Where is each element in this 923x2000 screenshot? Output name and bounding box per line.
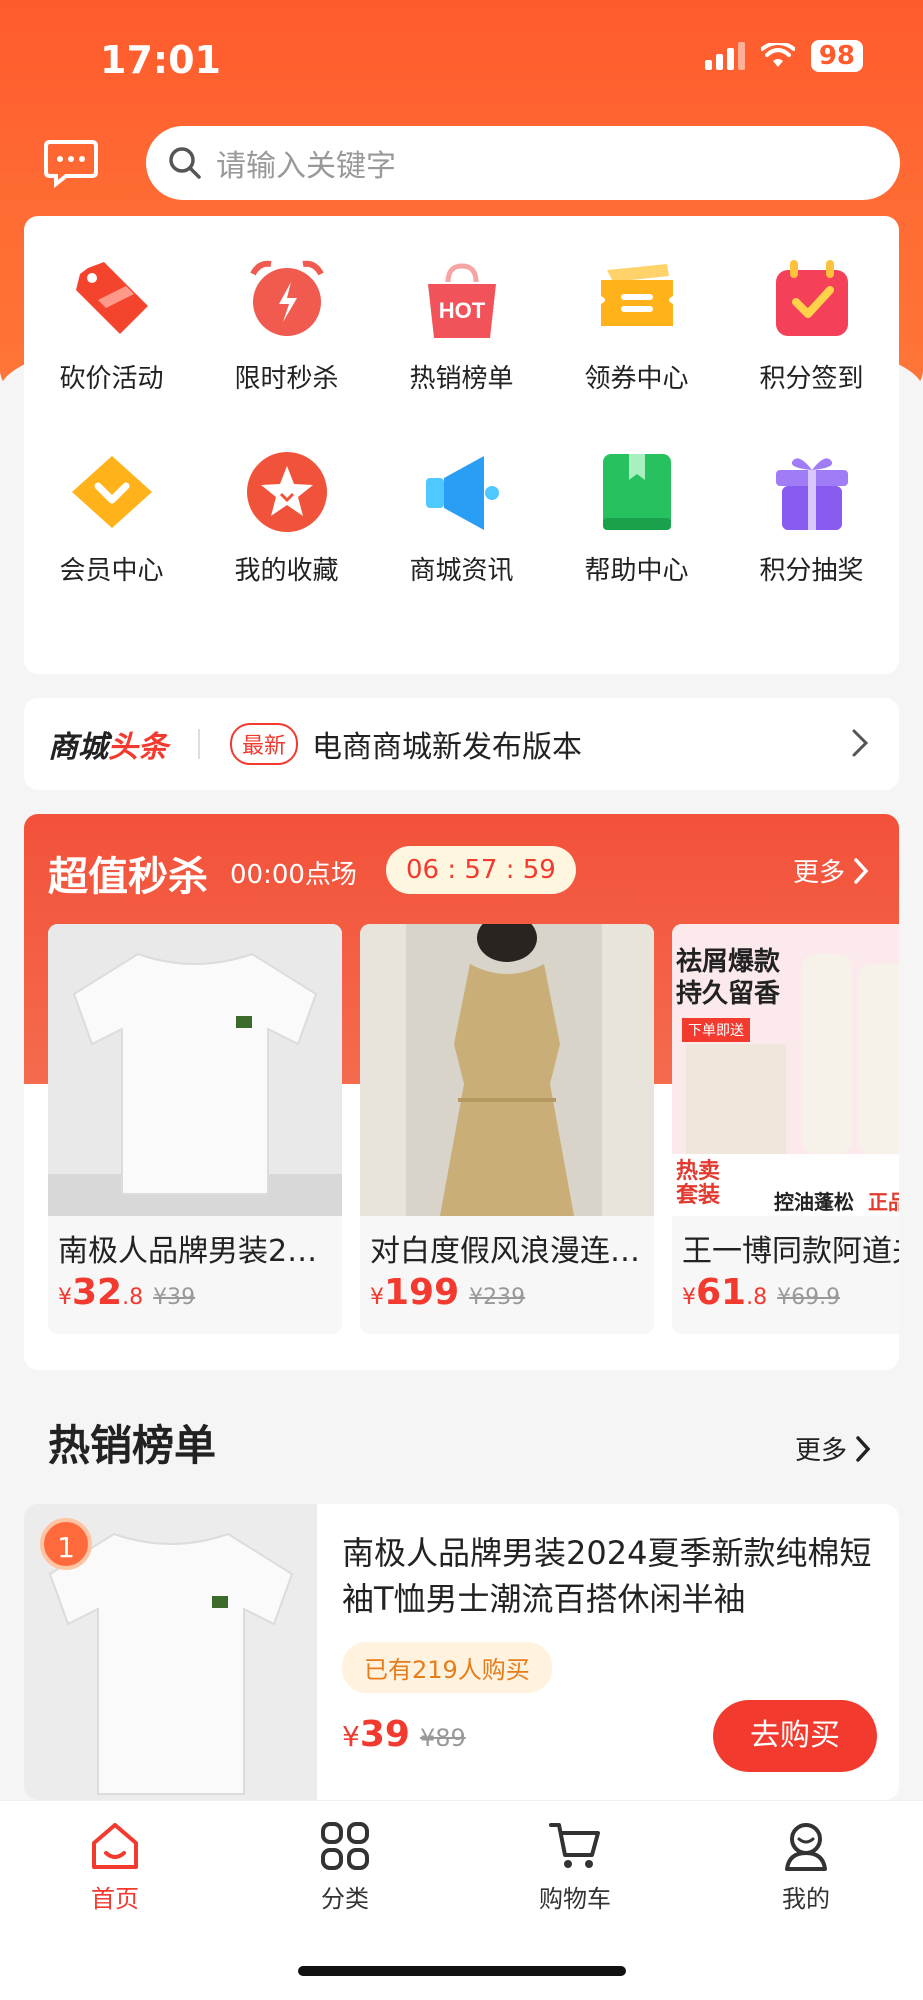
- category-grid-icon: [321, 1822, 369, 1870]
- search-placeholder: 请输入关键字: [216, 149, 396, 184]
- search-bar[interactable]: 请输入关键字: [146, 126, 900, 200]
- tab-home[interactable]: 首页: [55, 1819, 175, 1914]
- tab-category[interactable]: 分类: [285, 1819, 405, 1914]
- product-name: 南极人品牌男装2024夏季新款纯棉短袖T恤男士潮流百搭休闲半袖: [342, 1534, 872, 1618]
- svg-text:HOT: HOT: [438, 298, 485, 323]
- gift-icon: [775, 458, 848, 530]
- battery-indicator: 98: [810, 40, 863, 72]
- flash-sale-session: 00:00点场: [230, 860, 357, 890]
- search-icon: [169, 147, 201, 179]
- flash-product-card[interactable]: 对白度假风浪漫连衣裙 ¥199 ¥239: [360, 924, 654, 1334]
- chevron-right-icon: [854, 857, 869, 884]
- message-icon[interactable]: [44, 138, 98, 188]
- hot-list-title: 热销榜单: [48, 1421, 217, 1470]
- rank-badge: 1: [40, 1518, 92, 1570]
- flash-product-card[interactable]: 南极人品牌男装2024夏季新款纯棉短袖T恤 ¥32.8¥39: [48, 924, 342, 1334]
- product-price: ¥32.8 ¥39: [58, 1272, 196, 1313]
- calendar-check-icon: [775, 260, 848, 336]
- news-brand: 商城头条: [48, 730, 168, 765]
- divider: [198, 729, 200, 759]
- product-price: ¥61.8 ¥69.9: [682, 1272, 841, 1313]
- hot-list-item[interactable]: 1 南极人品牌男装2024夏季新款纯棉短袖T恤男士潮流百搭休闲半袖 已有219人…: [24, 1504, 899, 1800]
- category-item-hot-list[interactable]: HOT 热销榜单: [374, 256, 549, 395]
- category-item-lottery[interactable]: 积分抽奖: [724, 448, 899, 587]
- coupon-icon: [600, 264, 673, 326]
- product-name: 王一博同款阿道夫洗护套装: [682, 1234, 899, 1269]
- cellular-signal-icon: [704, 42, 745, 70]
- category-item-favorites[interactable]: 我的收藏: [199, 448, 374, 587]
- home-indicator: [298, 1966, 626, 1976]
- product-price: ¥39 ¥89: [342, 1714, 466, 1755]
- product-image: [360, 924, 654, 1216]
- product-price: ¥199 ¥239: [370, 1272, 526, 1313]
- megaphone-icon: [425, 456, 499, 530]
- alarm-clock-icon: [249, 260, 324, 336]
- product-image: 祛屑爆款 持久留香 下单即送 热卖 套装 控油蓬松 正品: [672, 924, 899, 1216]
- product-name: 南极人品牌男装2024夏季新款纯棉短袖T恤: [58, 1234, 342, 1269]
- flash-sale-title: 超值秒杀: [48, 854, 208, 900]
- chevron-right-icon: [852, 729, 869, 757]
- status-bar: 17:01 98: [0, 0, 923, 120]
- buy-button[interactable]: 去购买: [713, 1700, 877, 1772]
- news-tag: 最新: [230, 723, 299, 765]
- flash-sale-section: 超值秒杀 00:00点场 06 : 57 : 59 更多 南极人品牌男装2024…: [24, 814, 899, 1370]
- product-image: [48, 924, 342, 1216]
- hot-bag-icon: HOT: [427, 263, 496, 338]
- category-item-flash-sale[interactable]: 限时秒杀: [199, 256, 374, 395]
- book-icon: [602, 454, 671, 530]
- profile-icon: [785, 1823, 827, 1871]
- category-item-news[interactable]: 商城资讯: [374, 448, 549, 587]
- home-icon: [92, 1823, 138, 1869]
- price-tag-icon: [75, 262, 148, 334]
- category-grid: 砍价活动 限时秒杀 HOT 热销榜单 领券中心 积分签到 会员中心 我的收藏 商…: [24, 216, 899, 674]
- vip-diamond-icon: [71, 456, 152, 528]
- tab-profile[interactable]: 我的: [746, 1819, 866, 1914]
- chevron-right-icon: [856, 1435, 871, 1462]
- category-item-coupons[interactable]: 领券中心: [549, 256, 724, 395]
- product-name: 对白度假风浪漫连衣裙: [370, 1234, 654, 1269]
- hot-list-more-link[interactable]: 更多: [795, 1430, 871, 1467]
- category-item-bargain[interactable]: 砍价活动: [24, 256, 199, 395]
- wifi-icon: [760, 43, 795, 67]
- cart-icon: [549, 1823, 600, 1868]
- star-icon: [246, 452, 327, 532]
- flash-product-card[interactable]: 祛屑爆款持久留香 下单即送 热卖套装 控油蓬松 正品 王一博同款阿道夫洗护套装 …: [672, 924, 899, 1334]
- news-headline: 电商商城新发布版本: [312, 730, 583, 765]
- tab-cart[interactable]: 购物车: [515, 1819, 635, 1914]
- category-item-help[interactable]: 帮助中心: [549, 448, 724, 587]
- countdown-timer: 06 : 57 : 59: [386, 846, 576, 894]
- news-ticker[interactable]: 商城头条 最新 电商商城新发布版本: [24, 698, 899, 790]
- status-time: 17:01: [100, 38, 221, 82]
- purchase-count-badge: 已有219人购买: [342, 1642, 552, 1693]
- flash-sale-more-link[interactable]: 更多: [793, 852, 869, 889]
- category-item-membership[interactable]: 会员中心: [24, 448, 199, 587]
- category-item-checkin[interactable]: 积分签到: [724, 256, 899, 395]
